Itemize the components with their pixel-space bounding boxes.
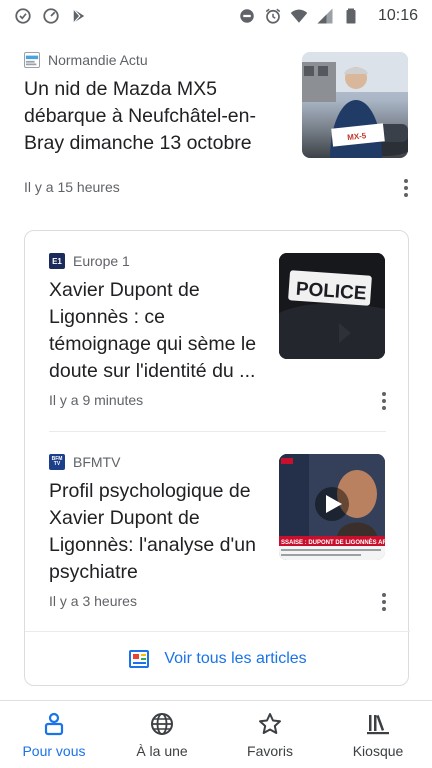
- sync-icon: [15, 8, 31, 24]
- source-name: BFMTV: [73, 454, 121, 470]
- view-all-label: Voir tous les articles: [164, 650, 307, 667]
- source-row: E1 Europe 1: [49, 253, 130, 269]
- nav-item-headlines[interactable]: À la une: [108, 701, 216, 768]
- status-time: 10:16: [377, 7, 418, 24]
- news-ticker-text: SSAISE : DUPONT DE LIGONNÈS ARRÊTÉ: [281, 538, 385, 546]
- newsstand-icon: [367, 714, 389, 735]
- full-coverage-icon: [129, 650, 150, 668]
- headline[interactable]: Profil psychologique de Xavier Dupont de…: [49, 478, 269, 586]
- source-name: Normandie Actu: [48, 52, 148, 68]
- article-time: Il y a 15 heures: [24, 179, 120, 195]
- europe1-logo: E1: [49, 253, 65, 269]
- article-time: Il y a 9 minutes: [49, 392, 144, 408]
- story-item[interactable]: BFM TV BFMTV Profil psychologique de Xav…: [49, 431, 386, 631]
- alarm-icon: [265, 8, 281, 24]
- story-item[interactable]: E1 Europe 1 Xavier Dupont de Ligonnès : …: [25, 231, 410, 431]
- signal-icon: [317, 8, 333, 24]
- nav-label: Favoris: [247, 743, 293, 759]
- for-you-icon: [44, 712, 64, 736]
- source-name: Europe 1: [73, 253, 130, 269]
- do-not-disturb-icon: [240, 9, 254, 23]
- top-story-card[interactable]: Normandie Actu Un nid de Mazda MX5 débar…: [0, 40, 432, 220]
- more-options-icon[interactable]: [396, 176, 416, 200]
- nav-item-favorites[interactable]: Favoris: [216, 701, 324, 768]
- source-row: Normandie Actu: [24, 52, 148, 68]
- bfmtv-logo: BFM TV: [49, 454, 65, 470]
- more-options-icon[interactable]: [374, 590, 394, 614]
- star-icon: [259, 713, 281, 734]
- globe-icon: [151, 713, 173, 735]
- view-all-articles-button[interactable]: Voir tous les articles: [25, 631, 410, 686]
- headline[interactable]: Xavier Dupont de Ligonnès : ce témoignag…: [49, 277, 269, 385]
- article-time: Il y a 3 heures: [49, 593, 137, 609]
- nav-label: À la une: [136, 743, 188, 759]
- nav-item-newsstand[interactable]: Kiosque: [324, 701, 432, 768]
- speedometer-icon: [43, 8, 59, 24]
- headline[interactable]: Un nid de Mazda MX5 débarque à Neufchâte…: [24, 76, 286, 157]
- article-thumbnail[interactable]: MX-5: [302, 52, 408, 158]
- bottom-navigation: Pour vous À la une Favoris Kiosque: [0, 700, 432, 768]
- article-thumbnail[interactable]: POLICE: [279, 253, 385, 359]
- play-store-icon: [73, 8, 85, 24]
- story-group-card: E1 Europe 1 Xavier Dupont de Ligonnès : …: [24, 230, 410, 686]
- normandie-actu-logo: [24, 52, 40, 68]
- nav-label: Pour vous: [22, 743, 86, 759]
- more-options-icon[interactable]: [374, 389, 394, 413]
- status-bar: 10:16: [0, 0, 432, 32]
- video-thumbnail[interactable]: SSAISE : DUPONT DE LIGONNÈS ARRÊTÉ: [279, 454, 385, 560]
- nav-item-for-you[interactable]: Pour vous: [0, 701, 108, 768]
- source-row: BFM TV BFMTV: [49, 454, 120, 470]
- wifi-icon: [290, 9, 308, 23]
- battery-icon: [346, 8, 356, 24]
- nav-label: Kiosque: [352, 743, 404, 759]
